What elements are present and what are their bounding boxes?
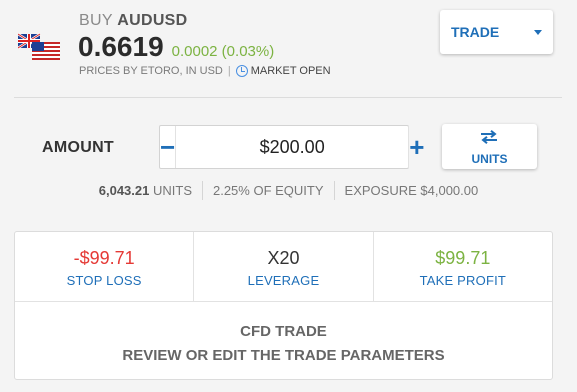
au-us-flag-icon	[18, 32, 60, 60]
take-profit-tab[interactable]: $99.71 TAKE PROFIT	[372, 232, 552, 301]
current-price: 0.6619	[78, 31, 164, 62]
stop-loss-tab[interactable]: -$99.71 STOP LOSS	[15, 232, 193, 301]
swap-arrows-icon	[481, 130, 497, 144]
take-profit-label: TAKE PROFIT	[419, 273, 507, 288]
units-number: 6,043.21	[98, 183, 150, 198]
cfd-title: CFD TRADE	[240, 323, 327, 340]
instrument-title: BUY AUDUSD	[79, 12, 188, 30]
parameters-row: -$99.71 STOP LOSS X20 LEVERAGE $99.71 TA…	[15, 232, 552, 302]
header-divider	[14, 97, 562, 98]
units-toggle-label: UNITS	[471, 152, 508, 166]
trade-dropdown-label: TRADE	[451, 24, 500, 40]
equity-stat: 2.25% OF EQUITY	[201, 181, 334, 200]
leverage-tab[interactable]: X20 LEVERAGE	[193, 232, 372, 301]
amount-label: AMOUNT	[42, 139, 115, 156]
exposure-stat: EXPOSURE $4,000.00	[333, 181, 489, 200]
position-stats: 6,043.21 UNITS 2.25% OF EQUITY EXPOSURE …	[0, 181, 577, 200]
increase-amount-button[interactable]: +	[408, 126, 424, 168]
instrument-header: BUY AUDUSD 0.6619 0.0002 (0.03%) PRICES …	[0, 0, 577, 98]
trade-dropdown[interactable]: TRADE	[440, 10, 553, 54]
units-toggle-button[interactable]: UNITS	[442, 124, 537, 169]
separator: |	[227, 65, 231, 77]
cfd-info: CFD TRADE REVIEW OR EDIT THE TRADE PARAM…	[15, 302, 552, 368]
leverage-value: X20	[267, 248, 300, 268]
price-line: 0.6619 0.0002 (0.03%)	[78, 31, 274, 63]
prices-by-text: PRICES BY ETORO, IN USD	[79, 65, 223, 77]
market-status: MARKET OPEN	[250, 65, 331, 77]
stop-loss-value: -$99.71	[73, 248, 135, 268]
amount-input[interactable]	[176, 126, 409, 168]
price-change: 0.0002 (0.03%)	[171, 43, 275, 60]
price-source-line: PRICES BY ETORO, IN USD | MARKET OPEN	[79, 65, 331, 77]
take-profit-value: $99.71	[435, 248, 491, 268]
chevron-down-icon	[534, 30, 542, 35]
decrease-amount-button[interactable]: −	[160, 126, 177, 168]
units-stat: 6,043.21 UNITS	[89, 181, 202, 200]
leverage-label: LEVERAGE	[247, 273, 320, 288]
trade-action: BUY	[79, 12, 113, 29]
trade-parameters-panel: -$99.71 STOP LOSS X20 LEVERAGE $99.71 TA…	[14, 231, 553, 380]
instrument-symbol: AUDUSD	[117, 12, 188, 29]
clock-icon	[235, 65, 248, 77]
stop-loss-label: STOP LOSS	[66, 273, 142, 288]
amount-stepper: − +	[159, 125, 424, 169]
units-stat-label: UNITS	[152, 183, 192, 198]
cfd-subtitle: REVIEW OR EDIT THE TRADE PARAMETERS	[122, 347, 445, 364]
